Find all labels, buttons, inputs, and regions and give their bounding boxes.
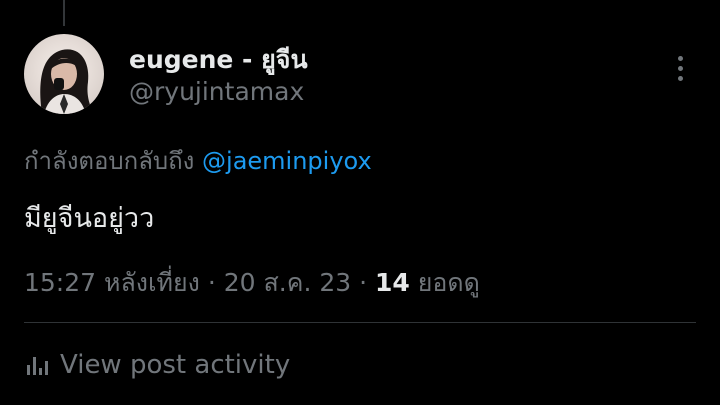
display-name[interactable]: eugene - ยูจีน [129,40,308,80]
view-post-activity-button[interactable]: View post activity [24,350,290,380]
more-options-button[interactable] [664,48,696,88]
tweet-text: มียูจีนอยู่วว [24,203,155,234]
more-vertical-icon-dot [677,65,683,71]
bar-chart-icon [24,352,50,378]
user-handle[interactable]: @ryujintamax [129,77,304,106]
replying-to-label: กำลังตอบกลับถึง [24,147,195,175]
replying-to: กำลังตอบกลับถึง @jaeminpiyox [24,141,372,180]
tweet-date[interactable]: 20 ส.ค. 23 [224,268,351,297]
views-label: ยอดดู [417,268,480,297]
mention-link[interactable]: @jaeminpiyox [202,147,372,175]
meta-separator: · [359,268,368,297]
view-post-activity-label: View post activity [60,350,291,380]
meta-separator: · [207,268,216,297]
avatar-image [40,49,94,114]
tweet-meta: 15:27 หลังเที่ยง · 20 ส.ค. 23 · 14 ยอดดู [24,263,480,303]
more-vertical-icon [677,55,683,61]
divider [24,322,696,323]
tweet-time[interactable]: 15:27 หลังเที่ยง [24,268,200,297]
thread-connector-line [63,0,65,26]
more-vertical-icon-dot [677,75,683,81]
avatar[interactable] [24,34,104,114]
views-count: 14 [375,268,410,297]
